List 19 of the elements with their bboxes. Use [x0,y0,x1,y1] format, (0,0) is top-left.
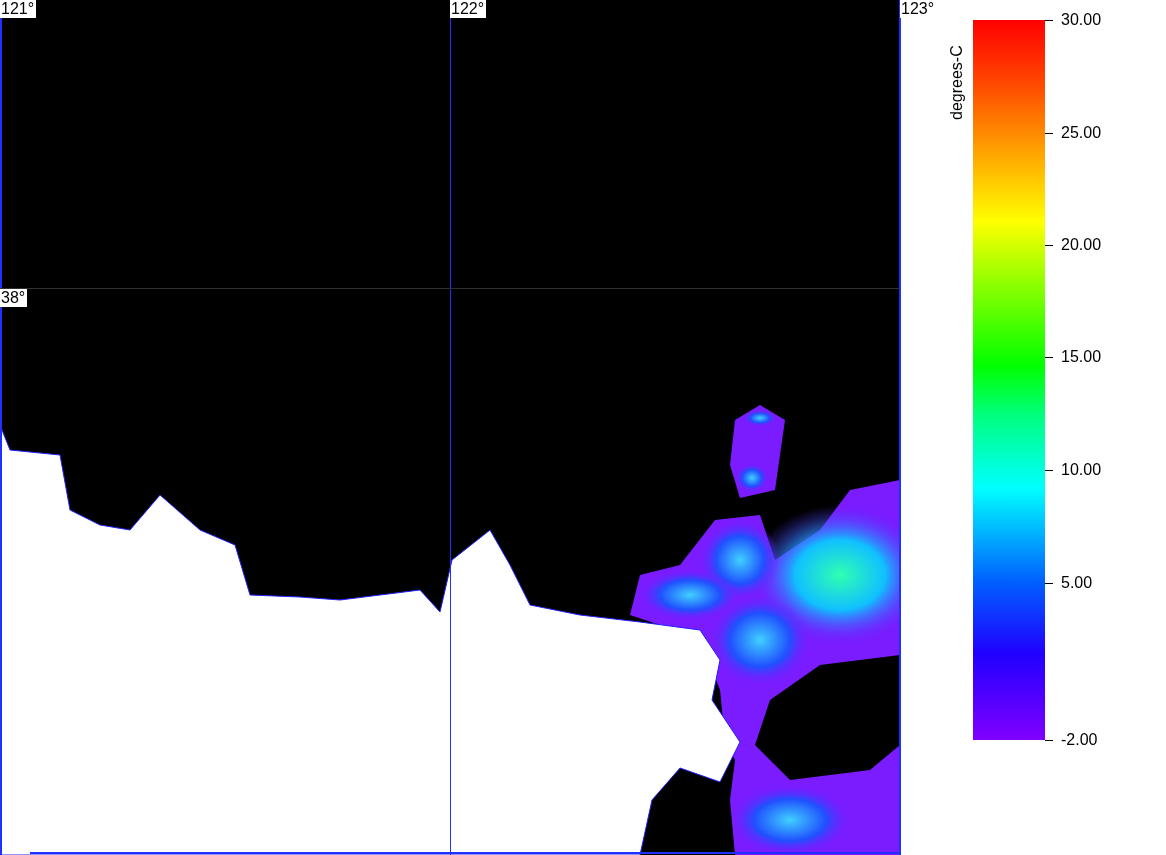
colorbar-tick-label: 25.00 [1060,124,1102,142]
tick-mark [1045,132,1053,134]
tick-mark [1045,19,1053,21]
longitude-label: 121° [0,0,37,18]
colorbar-tick-label: 30.00 [1060,11,1102,29]
tick-mark [1045,356,1053,358]
tick-mark [1045,469,1053,471]
tick-mark [1045,739,1053,741]
latitude-label: 38° [0,289,28,307]
colorbar-tick-label: 10.00 [1060,461,1102,479]
tick-mark [1045,244,1053,246]
colorbar-title: degrees-C [947,44,966,120]
colorbar-tick-label: -2.00 [1060,731,1098,749]
longitude-label: 122° [450,0,487,18]
colorbar-tick-label: 20.00 [1060,236,1102,254]
colorbar-tick-label: 15.00 [1060,348,1102,366]
tick-mark [1045,582,1053,584]
colorbar-tick-label: 5.00 [1060,574,1093,592]
longitude-label: 123° [900,0,937,18]
